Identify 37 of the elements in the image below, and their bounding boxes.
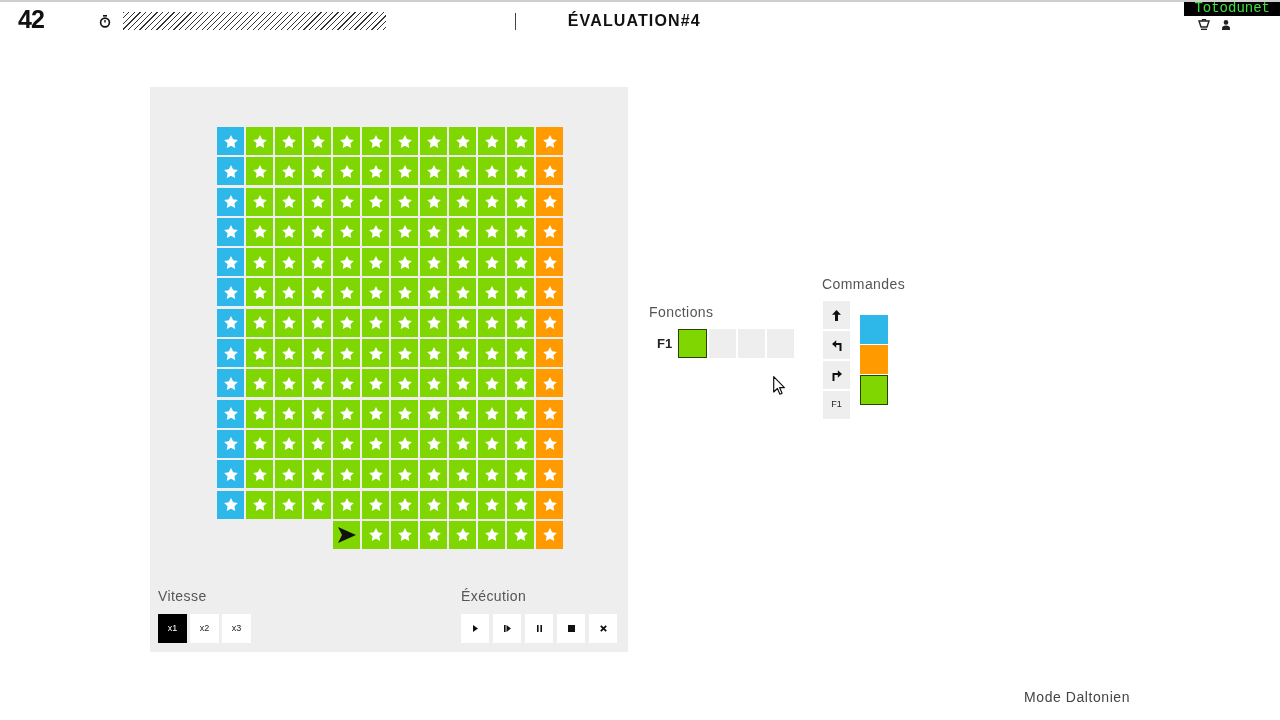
step-forward-icon — [503, 625, 511, 632]
turn-left-arrow-icon — [831, 339, 842, 351]
step-button[interactable] — [493, 614, 521, 643]
function-button[interactable]: F1 — [823, 391, 850, 419]
speed-label: Vitesse — [158, 587, 208, 605]
stopwatch-icon — [98, 14, 111, 28]
color-swatch[interactable] — [860, 345, 888, 374]
speed-option[interactable]: x1 — [158, 614, 187, 643]
pause-button[interactable] — [525, 614, 553, 643]
up-arrow-icon — [832, 309, 841, 321]
function-slot[interactable] — [678, 329, 707, 358]
function-name: F1 — [657, 334, 674, 353]
color-swatch[interactable] — [860, 375, 888, 405]
pause-icon — [536, 625, 542, 632]
mouse-pointer-icon — [773, 376, 785, 395]
stop-button[interactable] — [557, 614, 585, 643]
play-button[interactable] — [461, 614, 489, 643]
page-title: ÉVALUATION#4 — [567, 10, 701, 31]
cross-icon — [599, 625, 607, 632]
turn-left-button[interactable] — [823, 331, 850, 359]
color-swatch[interactable] — [860, 315, 888, 344]
turn-right-button[interactable] — [823, 361, 850, 389]
commands-label: Commandes — [822, 275, 906, 293]
execution-label: Éxécution — [461, 587, 528, 605]
play-icon — [472, 625, 478, 632]
stop-icon — [567, 625, 575, 632]
speed-option[interactable]: x2 — [190, 614, 219, 643]
username-badge: Totodunet — [1184, 2, 1280, 16]
cup-icon[interactable] — [1198, 19, 1210, 30]
colorblind-mode-link[interactable]: Mode Daltonien — [1024, 688, 1130, 706]
clear-button[interactable] — [589, 614, 617, 643]
logo[interactable]: 42 — [18, 7, 44, 32]
speed-option[interactable]: x3 — [222, 614, 251, 643]
turn-right-arrow-icon — [831, 369, 842, 381]
functions-label: Fonctions — [649, 303, 714, 321]
person-icon[interactable] — [1222, 19, 1230, 30]
forward-button[interactable] — [823, 301, 850, 329]
